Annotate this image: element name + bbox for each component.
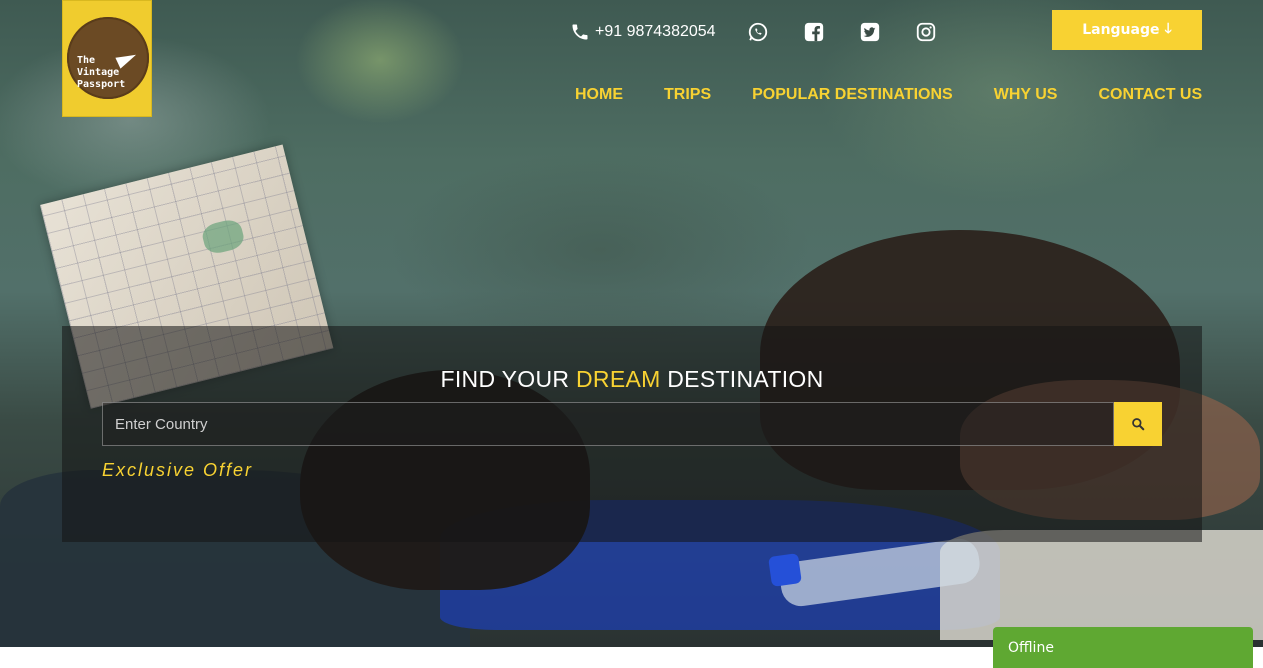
logo-line-3: Passport xyxy=(77,79,126,90)
nav-item-popular-destinations[interactable]: POPULAR DESTINATIONS xyxy=(752,86,953,104)
search-icon xyxy=(1132,418,1145,431)
photo-mat xyxy=(940,530,1263,640)
twitter-icon[interactable] xyxy=(858,20,882,44)
nav-item-why-us[interactable]: WHY US xyxy=(994,86,1058,104)
whatsapp-icon[interactable] xyxy=(746,20,770,44)
facebook-icon[interactable] xyxy=(802,20,826,44)
heading-highlight: DREAM xyxy=(576,366,661,392)
instagram-icon[interactable] xyxy=(914,20,938,44)
heading-prefix: FIND YOUR xyxy=(440,366,570,392)
destination-search-panel: FIND YOUR DREAM DESTINATION Exclusive Of… xyxy=(62,326,1202,542)
nav-item-trips[interactable]: TRIPS xyxy=(664,86,711,104)
phone-icon xyxy=(572,24,588,40)
site-logo[interactable]: The Vintage Passport xyxy=(62,0,152,117)
heading-suffix: DESTINATION xyxy=(667,366,824,392)
chat-status-label: Offline xyxy=(1008,639,1054,656)
search-heading: FIND YOUR DREAM DESTINATION xyxy=(62,366,1202,393)
chat-status-widget[interactable]: Offline xyxy=(993,627,1253,668)
exclusive-offer-link[interactable]: Exclusive Offer xyxy=(102,460,253,481)
main-nav: HOME TRIPS POPULAR DESTINATIONS WHY US C… xyxy=(575,86,1202,104)
search-button[interactable] xyxy=(1114,402,1162,446)
nav-item-contact-us[interactable]: CONTACT US xyxy=(1098,86,1202,104)
country-search-input[interactable] xyxy=(102,402,1114,446)
logo-line-2: Vintage xyxy=(77,67,120,78)
nav-item-home[interactable]: HOME xyxy=(575,86,623,104)
social-links xyxy=(746,20,970,44)
top-contact-bar: +91 9874382054 xyxy=(570,20,970,44)
language-button[interactable]: Language 🡓 xyxy=(1052,10,1202,50)
photo-bottle-cap xyxy=(768,553,802,587)
arrow-down-icon: 🡓 xyxy=(1164,21,1172,37)
language-label: Language xyxy=(1082,22,1160,38)
phone-contact[interactable]: +91 9874382054 xyxy=(570,22,716,42)
phone-number: +91 9874382054 xyxy=(595,23,716,40)
logo-emblem: The Vintage Passport xyxy=(67,17,149,99)
